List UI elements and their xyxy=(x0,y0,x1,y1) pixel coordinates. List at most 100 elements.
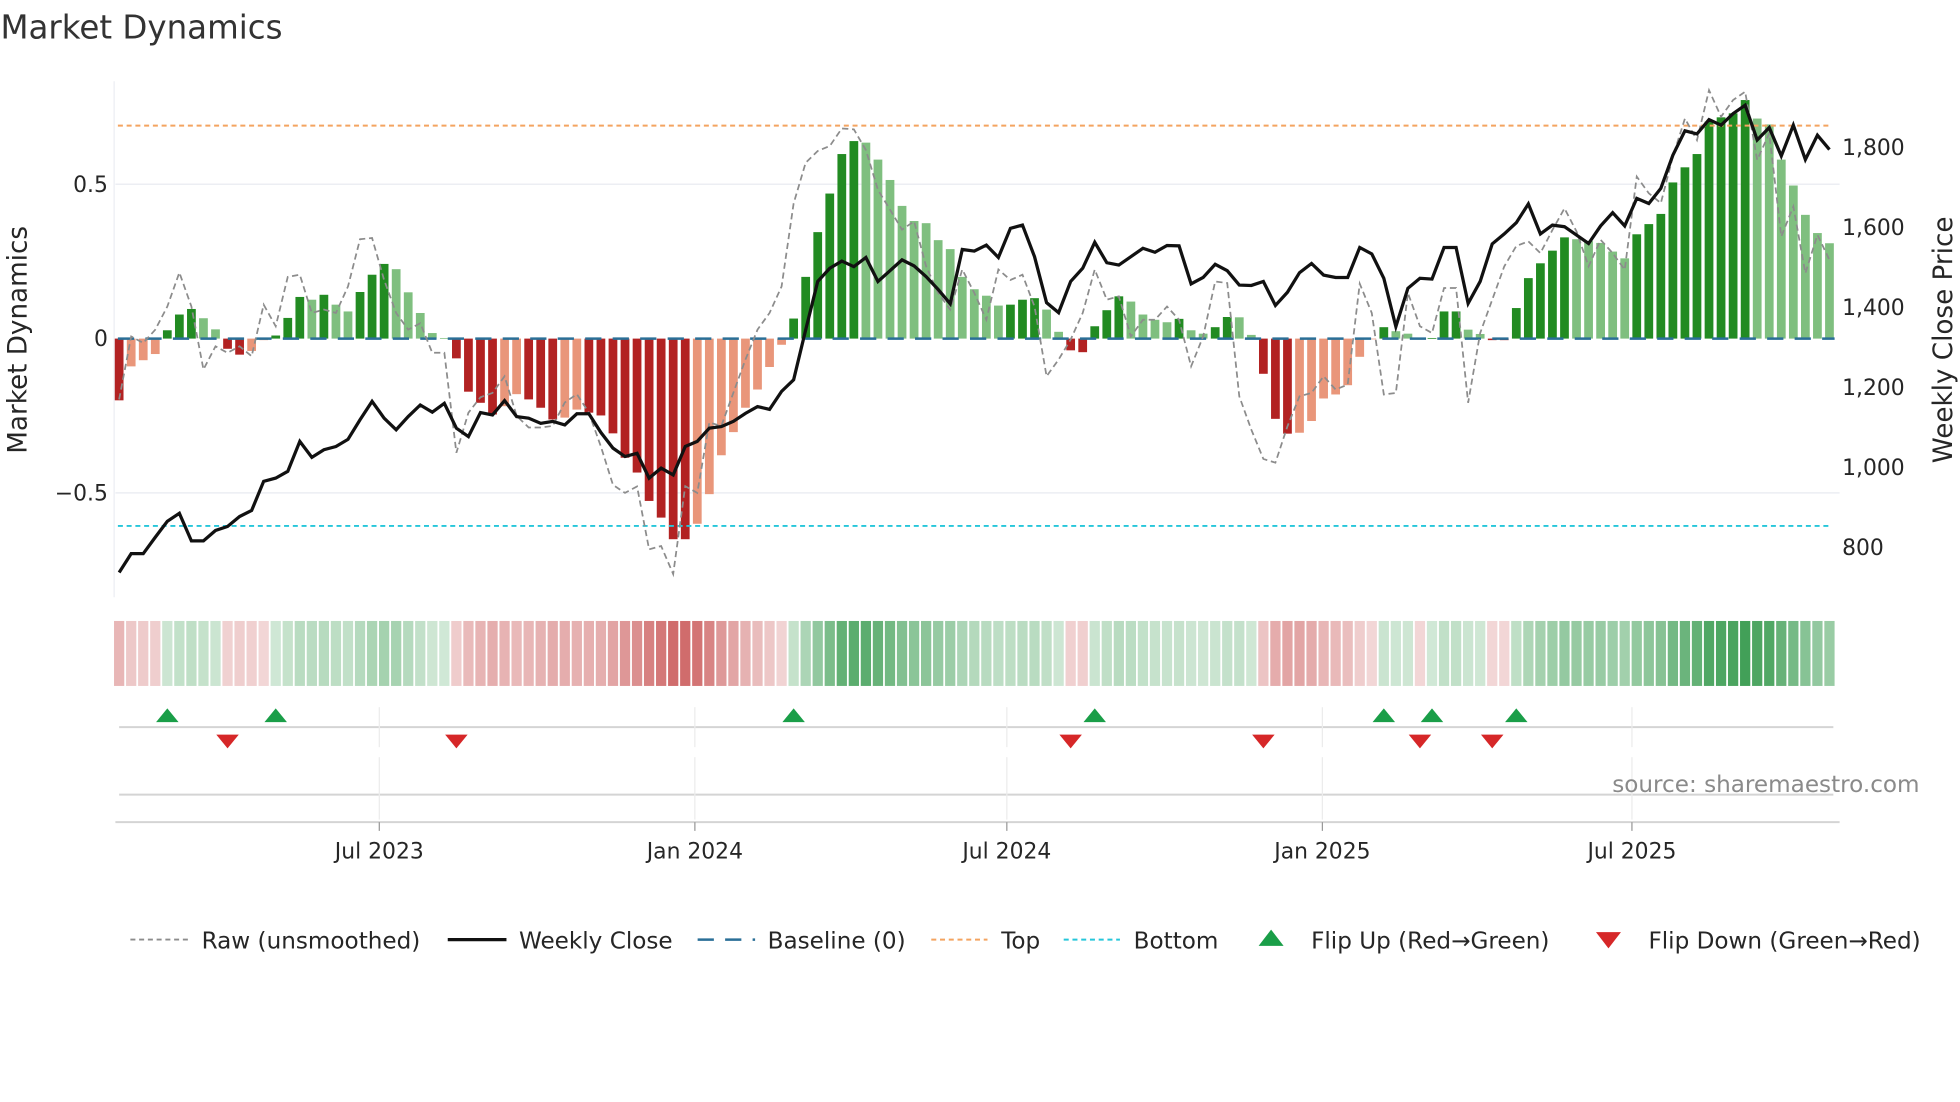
regime-cell xyxy=(1222,620,1233,686)
momentum-bar xyxy=(319,294,329,339)
x-tick-label: Jul 2023 xyxy=(333,839,424,864)
regime-cell xyxy=(186,620,197,686)
flip-down-marker xyxy=(1480,734,1504,749)
regime-cell xyxy=(643,620,655,686)
x-tick-label: Jan 2024 xyxy=(645,839,743,864)
momentum-bar xyxy=(174,314,184,339)
regime-cell xyxy=(451,620,462,686)
regime-cell xyxy=(812,620,823,686)
momentum-bar xyxy=(1150,319,1160,339)
regime-cell xyxy=(595,620,607,686)
momentum-bar xyxy=(355,292,365,339)
regime-cell xyxy=(1667,620,1679,686)
regime-cell xyxy=(1402,620,1414,686)
flip-up-marker xyxy=(264,708,287,723)
flip-down-marker xyxy=(1059,734,1082,749)
momentum-bar xyxy=(1271,338,1280,419)
momentum-bar xyxy=(897,205,907,339)
regime-cell xyxy=(282,620,293,686)
legend-flip-down-icon xyxy=(1595,932,1621,949)
legend-label: Raw (unsmoothed) xyxy=(202,928,421,954)
regime-cell xyxy=(969,620,980,686)
regime-cell xyxy=(1161,620,1173,686)
regime-cell xyxy=(499,620,510,686)
regime-cell xyxy=(1463,620,1474,686)
momentum-bar xyxy=(331,304,341,339)
regime-cell xyxy=(547,620,558,686)
regime-cell xyxy=(1101,620,1112,686)
momentum-bar xyxy=(1319,338,1328,399)
regime-cell xyxy=(571,620,582,686)
regime-cell xyxy=(487,620,498,686)
regime-cell xyxy=(800,620,811,686)
y-tick-label: 0.5 xyxy=(73,173,108,198)
regime-cell xyxy=(1511,620,1522,686)
legend: Raw (unsmoothed) Weekly Close Baseline (0)… xyxy=(130,928,1921,954)
momentum-bar xyxy=(295,296,305,339)
regime-cell xyxy=(1017,620,1028,686)
flip-markers xyxy=(119,707,1834,820)
regime-cell xyxy=(1414,620,1426,686)
regime-cell xyxy=(957,620,968,686)
regime-cell xyxy=(1679,620,1691,686)
regime-cell xyxy=(1318,620,1329,686)
regime-cell xyxy=(403,620,414,686)
momentum-bar xyxy=(1572,239,1581,339)
momentum-bar xyxy=(524,338,534,400)
momentum-bar xyxy=(1801,214,1810,339)
regime-cell xyxy=(1125,620,1137,686)
legend-flip-up-icon xyxy=(1258,929,1284,946)
momentum-bar xyxy=(211,329,220,339)
regime-cell xyxy=(908,620,920,686)
momentum-bar xyxy=(909,221,919,339)
momentum-bar xyxy=(765,338,774,367)
momentum-bar xyxy=(114,338,124,401)
regime-cell xyxy=(1499,620,1510,686)
momentum-bar xyxy=(379,263,389,339)
regime-cell xyxy=(523,620,534,686)
momentum-bar xyxy=(608,338,618,434)
regime-cell xyxy=(860,620,872,686)
regime-cell xyxy=(535,620,546,686)
regime-cell xyxy=(234,620,245,686)
regime-cell xyxy=(294,620,305,686)
momentum-bar xyxy=(1090,326,1100,339)
momentum-bar xyxy=(1511,308,1521,339)
regime-cell xyxy=(427,620,438,686)
left-axis: 0.5 0 −0.5 xyxy=(55,173,108,507)
momentum-bar xyxy=(126,338,136,367)
y-tick-label: 0 xyxy=(94,327,108,352)
momentum-bar xyxy=(1584,241,1593,339)
regime-cell xyxy=(246,620,257,686)
momentum-bar xyxy=(1114,296,1124,339)
momentum-bar xyxy=(162,330,172,339)
flip-up-marker xyxy=(782,708,805,723)
momentum-bar xyxy=(1716,117,1726,339)
regime-cell xyxy=(1210,620,1221,686)
regime-cell xyxy=(1475,620,1486,686)
flip-down-marker xyxy=(445,734,468,749)
momentum-bar xyxy=(692,338,702,524)
legend-label: Top xyxy=(1000,928,1040,954)
regime-cell xyxy=(198,620,209,686)
regime-cell xyxy=(1583,620,1594,686)
regime-cell xyxy=(126,620,137,686)
momentum-bar xyxy=(1644,224,1654,339)
regime-cell xyxy=(210,620,221,686)
regime-cell xyxy=(439,620,450,686)
regime-cell xyxy=(776,620,787,686)
y2-tick-label: 1,800 xyxy=(1842,136,1905,161)
momentum-bar xyxy=(150,338,160,355)
momentum-bars xyxy=(114,100,1834,540)
momentum-bar xyxy=(716,338,726,456)
regime-cell xyxy=(848,620,859,686)
regime-cell xyxy=(1270,620,1281,686)
regime-cell xyxy=(114,620,125,686)
regime-cell xyxy=(1776,620,1787,686)
regime-cell xyxy=(1173,620,1185,686)
momentum-bar xyxy=(1018,299,1027,339)
regime-cell xyxy=(1366,620,1377,686)
regime-cell xyxy=(631,620,643,686)
regime-cell xyxy=(1113,620,1124,686)
regime-cell xyxy=(1258,620,1269,686)
